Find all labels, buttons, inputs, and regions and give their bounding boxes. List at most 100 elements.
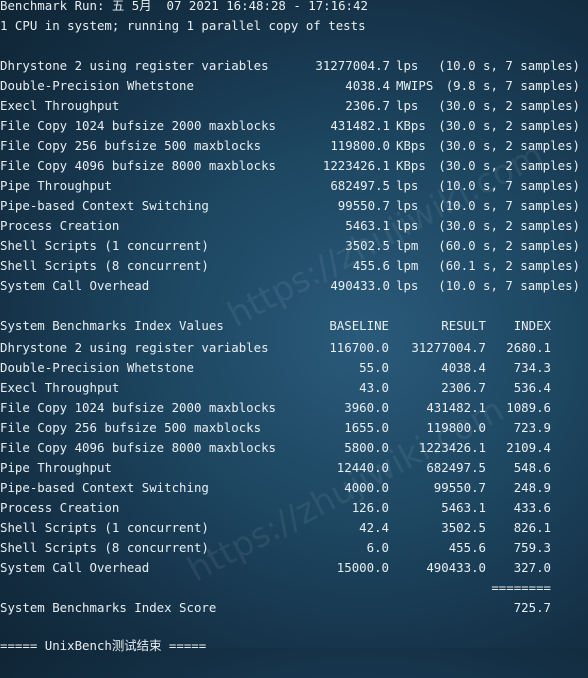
index-row-index: 2680.1 [506, 340, 551, 355]
result-value: 431482.1 [330, 118, 390, 133]
result-name: Double-Precision Whetstone [0, 78, 194, 93]
result-row: File Copy 1024 bufsize 2000 maxblocks 431… [0, 116, 588, 136]
index-row-name: Dhrystone 2 using register variables [0, 340, 269, 355]
index-row: Execl Throughput 43.0 2306.7 536.4 [0, 378, 588, 398]
index-row-result: 490433.0 [426, 560, 486, 575]
result-row: Shell Scripts (8 concurrent) 455.6 lpm (60.… [0, 256, 588, 276]
index-row-baseline: 4000.0 [344, 480, 389, 495]
index-row-name: Pipe-based Context Switching [0, 480, 209, 495]
result-name: Execl Throughput [0, 98, 120, 113]
index-row-baseline: 15000.0 [336, 560, 389, 575]
index-row-name: Execl Throughput [0, 380, 120, 395]
result-row: Double-Precision Whetstone 4038.4 MWIPS (9.… [0, 76, 588, 96]
index-row: Double-Precision Whetstone 55.0 4038.4 734.… [0, 358, 588, 378]
result-value: 2306.7 [345, 98, 390, 113]
result-unit: lps [396, 218, 419, 233]
index-row-baseline: 116700.0 [329, 340, 389, 355]
result-info: (60.0 s, 2 samples) [438, 238, 580, 253]
index-row-index: 536.4 [513, 380, 551, 395]
separator-row: ======== [0, 578, 588, 598]
result-value: 119800.0 [330, 138, 390, 153]
result-info: (10.0 s, 7 samples) [438, 198, 580, 213]
index-row-index: 2109.4 [506, 440, 551, 455]
result-row: Shell Scripts (1 concurrent) 3502.5 lpm (60… [0, 236, 588, 256]
result-unit: MWIPS [396, 78, 434, 93]
cpu-info-line: 1 CPU in system; running 1 parallel copy… [0, 18, 366, 33]
result-unit: KBps [396, 138, 426, 153]
result-row: Pipe-based Context Switching 99550.7 lps (1… [0, 196, 588, 216]
index-row-index: 433.6 [513, 500, 551, 515]
result-value: 1223426.1 [322, 158, 390, 173]
terminal-output: Benchmark Run: 五 5月 07 2021 16:48:28 - 1… [0, 0, 588, 653]
index-row-name: Double-Precision Whetstone [0, 360, 194, 375]
index-row: Shell Scripts (8 concurrent) 6.0 455.6 759.… [0, 538, 588, 558]
result-row: File Copy 256 bufsize 500 maxblocks 11980… [0, 136, 588, 156]
index-row-index: 826.1 [513, 520, 551, 535]
index-row-result: 5463.1 [441, 500, 486, 515]
index-row-result: 99550.7 [433, 480, 486, 495]
result-value: 455.6 [352, 258, 390, 273]
result-info: (10.0 s, 7 samples) [438, 58, 580, 73]
index-title: System Benchmarks Index Values [0, 318, 224, 333]
score-value: 725.7 [513, 600, 551, 615]
index-row: Pipe-based Context Switching 4000.0 99550.… [0, 478, 588, 498]
index-row-index: 548.6 [513, 460, 551, 475]
index-row-name: File Copy 1024 bufsize 2000 maxblocks [0, 400, 277, 415]
index-row-result: 2306.7 [441, 380, 486, 395]
index-row-name: Process Creation [0, 500, 120, 515]
index-row: Process Creation 126.0 5463.1 433.6 [0, 498, 588, 518]
result-value: 682497.5 [330, 178, 390, 193]
result-value: 3502.5 [345, 238, 390, 253]
index-row-name: File Copy 4096 bufsize 8000 maxblocks [0, 440, 277, 455]
result-name: Dhrystone 2 using register variables [0, 58, 269, 73]
result-info: (30.0 s, 2 samples) [438, 158, 580, 173]
result-info: (60.1 s, 2 samples) [438, 258, 580, 273]
index-row-result: 455.6 [448, 540, 486, 555]
index-row-name: System Call Overhead [0, 560, 150, 575]
result-info: (30.0 s, 2 samples) [438, 118, 580, 133]
index-row-name: File Copy 256 bufsize 500 maxblocks [0, 420, 262, 435]
index-row-result: 1223426.1 [418, 440, 486, 455]
index-header-row: System Benchmarks Index Values BASELINE … [0, 316, 588, 336]
index-row-baseline: 3960.0 [344, 400, 389, 415]
result-info: (10.0 s, 7 samples) [438, 178, 580, 193]
benchmark-run-line: Benchmark Run: 五 5月 07 2021 16:48:28 - 1… [0, 0, 368, 13]
score-label: System Benchmarks Index Score [0, 600, 217, 615]
index-row-baseline: 5800.0 [344, 440, 389, 455]
result-name: Process Creation [0, 218, 120, 233]
index-row-index: 248.9 [513, 480, 551, 495]
result-unit: lpm [396, 258, 419, 273]
result-unit: lps [396, 178, 419, 193]
result-value: 5463.1 [345, 218, 390, 233]
result-unit: lps [396, 278, 419, 293]
result-value: 490433.0 [330, 278, 390, 293]
result-unit: lps [396, 98, 419, 113]
result-name: Pipe-based Context Switching [0, 198, 209, 213]
index-row-baseline: 6.0 [366, 540, 389, 555]
index-row-index: 734.3 [513, 360, 551, 375]
result-value: 4038.4 [345, 78, 390, 93]
result-name: System Call Overhead [0, 278, 150, 293]
index-row-name: Shell Scripts (8 concurrent) [0, 540, 209, 555]
index-row-baseline: 55.0 [359, 360, 389, 375]
result-row: Execl Throughput 2306.7 lps (30.0 s, 2 samp… [0, 96, 588, 116]
index-row-baseline: 12440.0 [336, 460, 389, 475]
index-row: File Copy 256 bufsize 500 maxblocks 1655.… [0, 418, 588, 438]
separator: ======== [491, 580, 551, 595]
index-row-name: Shell Scripts (1 concurrent) [0, 520, 209, 535]
result-header: RESULT [441, 318, 486, 333]
index-row-result: 3502.5 [441, 520, 486, 535]
index-row-baseline: 43.0 [359, 380, 389, 395]
result-row: System Call Overhead 490433.0 lps (10.0 s, … [0, 276, 588, 296]
result-unit: lps [396, 58, 419, 73]
index-row-result: 119800.0 [426, 420, 486, 435]
result-row: File Copy 4096 bufsize 8000 maxblocks 122… [0, 156, 588, 176]
index-header: INDEX [513, 318, 551, 333]
index-score-row: System Benchmarks Index Score 725.7 [0, 598, 588, 618]
baseline-header: BASELINE [329, 318, 389, 333]
index-row: Shell Scripts (1 concurrent) 42.4 3502.5 82… [0, 518, 588, 538]
result-unit: KBps [396, 118, 426, 133]
index-row-result: 682497.5 [426, 460, 486, 475]
index-row: File Copy 4096 bufsize 8000 maxblocks 580… [0, 438, 588, 458]
index-row-index: 1089.6 [506, 400, 551, 415]
